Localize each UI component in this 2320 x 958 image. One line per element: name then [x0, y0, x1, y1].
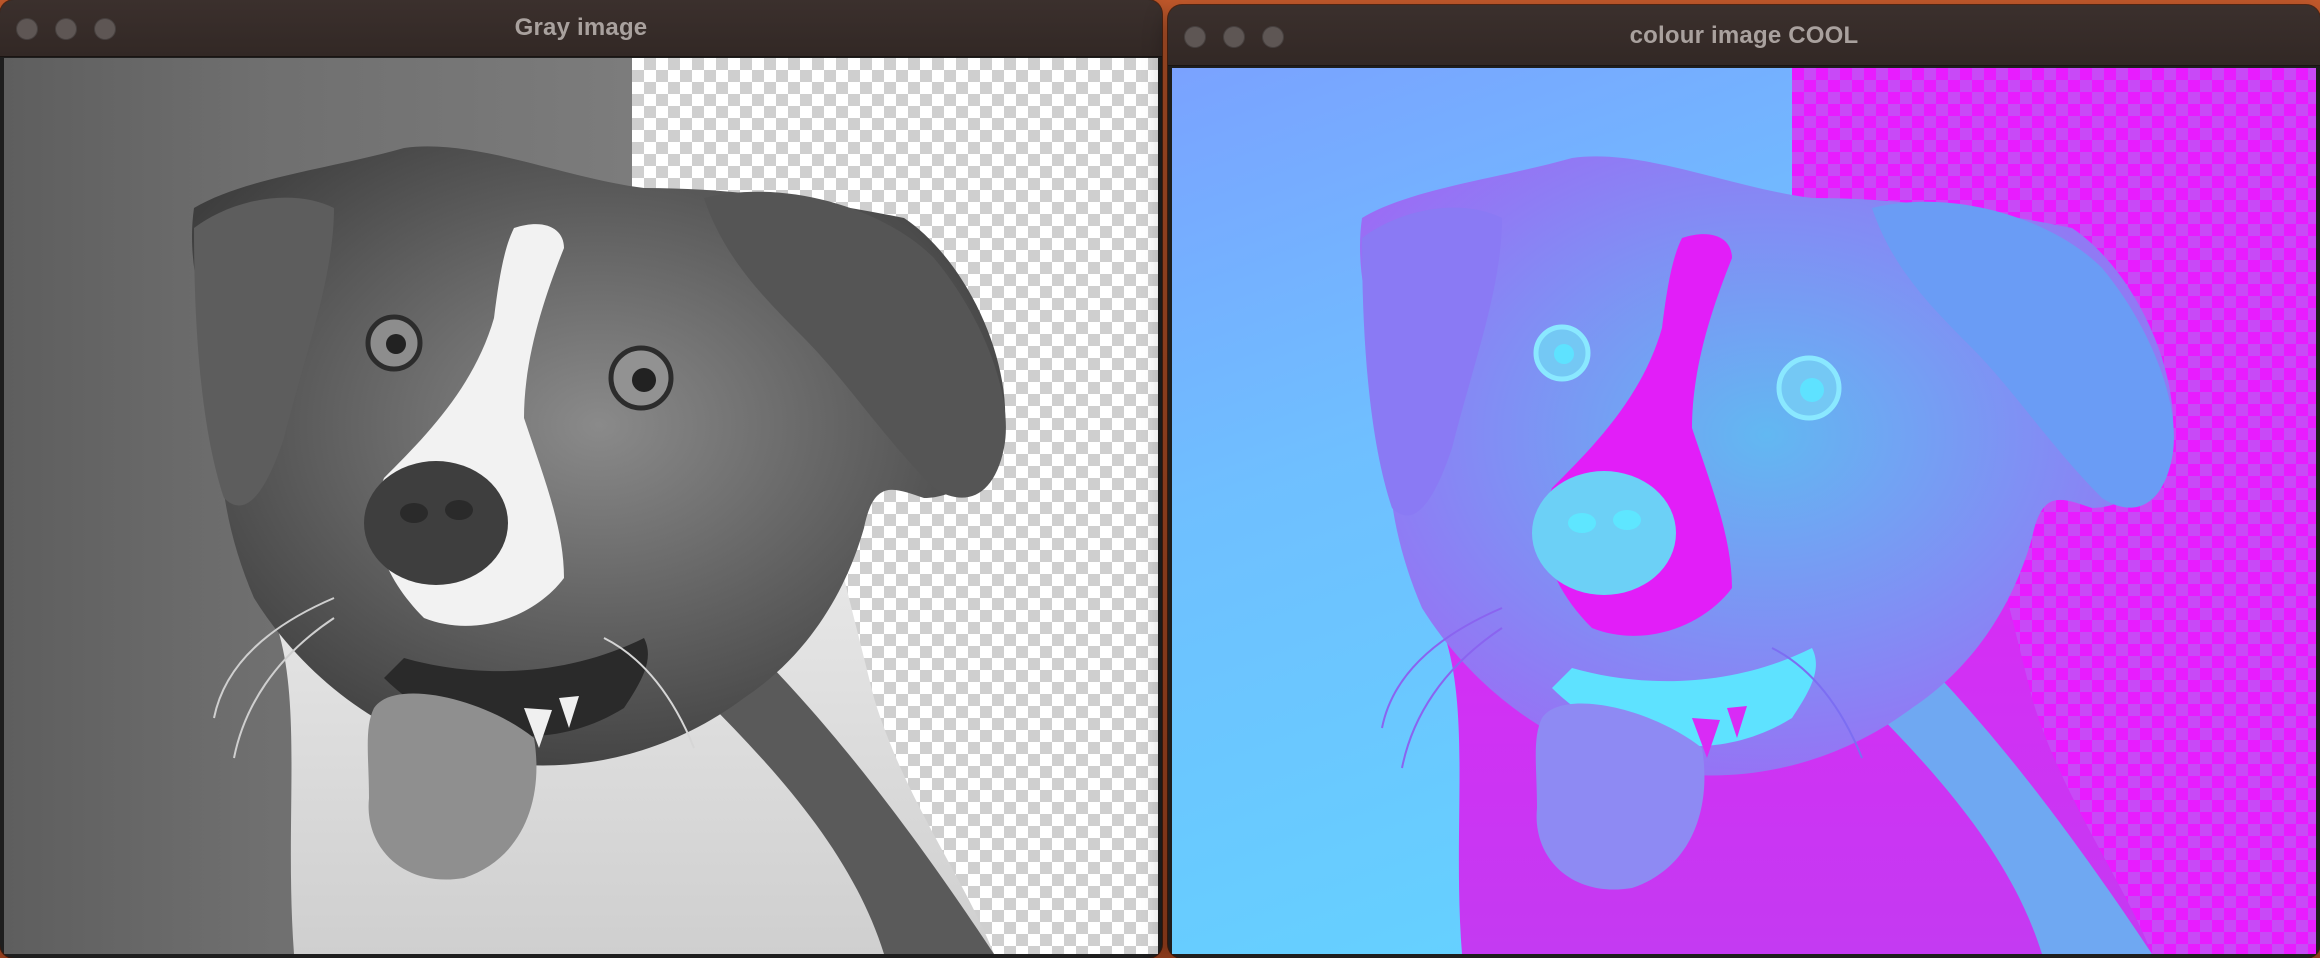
dog-image — [191, 146, 1006, 954]
window-title: colour image COOL — [1629, 22, 1859, 49]
image-canvas — [1172, 68, 2316, 954]
colour-image-window[interactable]: colour image COOL — [1168, 5, 2320, 958]
window-title: Gray image — [514, 14, 648, 41]
window-titlebar[interactable]: Gray image — [0, 0, 1162, 57]
dog-image — [1359, 156, 2174, 954]
window-titlebar[interactable]: colour image COOL — [1168, 5, 2320, 66]
desktop: Gray image colour image COOL — [0, 0, 2320, 958]
image-canvas — [4, 58, 1158, 954]
gray-image-window[interactable]: Gray image — [0, 0, 1162, 958]
